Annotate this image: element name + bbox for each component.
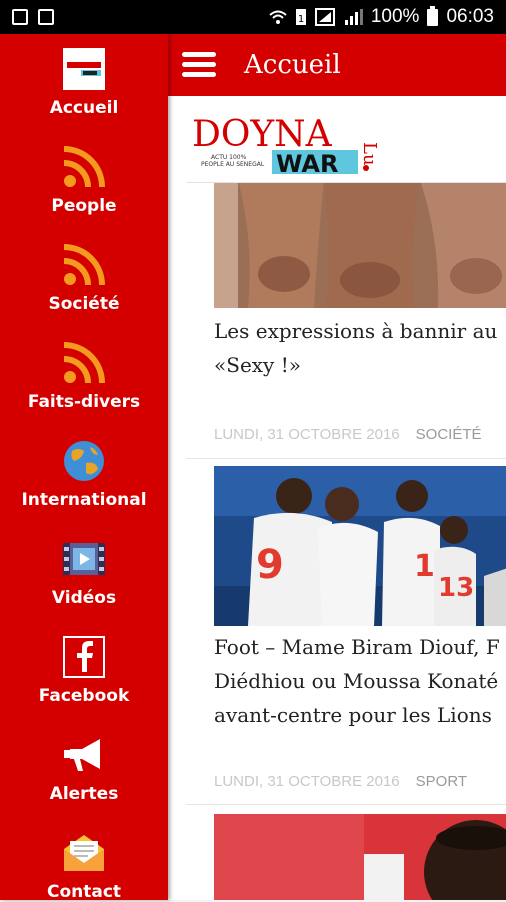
app-toolbar: Accueil (168, 34, 506, 96)
article-list[interactable]: DOYNA ACTU 100% PEOPLE AU SENEGAL WAR Lu… (168, 96, 506, 900)
drawer-item-videos[interactable]: Vidéos (0, 536, 168, 608)
article-meta-2: LUNDI, 31 OCTOBRE 2016 SPORT (214, 773, 506, 790)
drawer-item-label: International (21, 490, 147, 510)
wifi-icon (269, 10, 287, 24)
drawer-item-facebook[interactable]: Facebook (0, 634, 168, 706)
drawer-item-label: Vidéos (51, 588, 117, 608)
facebook-icon (63, 636, 105, 678)
doynawar-logo: DOYNA ACTU 100% PEOPLE AU SENEGAL WAR Lu (192, 114, 380, 178)
divider (186, 804, 506, 805)
drawer-item-faits-divers[interactable]: Faits-divers (0, 340, 168, 412)
drawer-item-contact[interactable]: Contact (0, 830, 168, 902)
megaphone-icon (64, 739, 100, 771)
signal-1-icon (314, 8, 335, 26)
drawer-item-societe[interactable]: Société (0, 242, 168, 314)
logo-tagline-1: ACTU 100% (211, 154, 247, 161)
svg-text:1: 1 (414, 549, 435, 584)
svg-text:9: 9 (256, 542, 284, 588)
article-category-1[interactable]: SOCIÉTÉ (416, 426, 482, 443)
gallery-notification-icon (12, 9, 28, 25)
clipboard-notification-icon (38, 9, 54, 25)
logo-tagline-2: PEOPLE AU SENEGAL (201, 161, 265, 168)
logo-main-text: DOYNA (192, 114, 333, 155)
toolbar-title: Accueil (244, 50, 341, 80)
divider (186, 458, 506, 459)
site-logo-banner: DOYNA ACTU 100% PEOPLE AU SENEGAL WAR Lu (186, 102, 506, 183)
drawer-item-label: People (51, 196, 117, 216)
article-date-2: LUNDI, 31 OCTOBRE 2016 (214, 773, 400, 790)
article-title-1[interactable]: Les expressions à bannir au «Sexy !» (214, 314, 506, 382)
article-title-2-line-1: Foot – Mame Biram Diouf, F (214, 635, 500, 659)
article-image-1[interactable] (214, 180, 506, 308)
article-date-1: LUNDI, 31 OCTOBRE 2016 (214, 426, 400, 443)
signal-2-icon (344, 9, 363, 25)
clock: 06:03 (446, 6, 494, 27)
battery-percent: 100% (370, 6, 420, 27)
battery-icon (427, 5, 439, 26)
article-meta-1: LUNDI, 31 OCTOBRE 2016 SOCIÉTÉ (214, 426, 506, 443)
navigation-drawer: Accueil People Société Faits-divers Inte… (0, 34, 168, 902)
article-title-2[interactable]: Foot – Mame Biram Diouf, F Diédhiou ou M… (214, 630, 506, 732)
sim-icon: 1 (295, 9, 306, 25)
svg-text:1: 1 (298, 14, 304, 25)
drawer-item-people[interactable]: People (0, 144, 168, 216)
article-image-3[interactable] (214, 814, 506, 900)
drawer-item-international[interactable]: International (0, 438, 168, 510)
drawer-item-label: Facebook (38, 686, 130, 706)
drawer-item-label: Alertes (49, 784, 119, 804)
logo-side-text: Lu (359, 142, 380, 166)
rss-icon (63, 244, 105, 286)
drawer-item-label: Accueil (49, 98, 119, 118)
app-logo-icon (63, 48, 105, 90)
globe-icon (64, 441, 104, 481)
drawer-item-accueil[interactable]: Accueil (0, 46, 168, 118)
drawer-item-label: Société (48, 294, 120, 314)
envelope-icon (64, 835, 104, 871)
video-icon (63, 543, 105, 575)
drawer-item-label: Faits-divers (27, 392, 141, 412)
drawer-item-alertes[interactable]: Alertes (0, 732, 168, 804)
status-bar: 1 100% 06:03 (0, 0, 506, 34)
article-image-2[interactable]: 9 1 13 (214, 466, 506, 626)
article-title-2-line-3: avant-centre pour les Lions (214, 703, 492, 727)
svg-text:13: 13 (438, 573, 474, 603)
rss-icon (63, 342, 105, 384)
hamburger-menu-icon[interactable] (182, 52, 216, 78)
article-title-1-line-1: Les expressions à bannir au (214, 319, 498, 343)
drawer-item-label: Contact (46, 882, 122, 902)
logo-second-text: WAR (276, 150, 338, 178)
article-title-2-line-2: Diédhiou ou Moussa Konaté (214, 669, 499, 693)
rss-icon (63, 146, 105, 188)
article-category-2[interactable]: SPORT (416, 773, 467, 790)
article-title-1-line-2: «Sexy !» (214, 353, 301, 377)
